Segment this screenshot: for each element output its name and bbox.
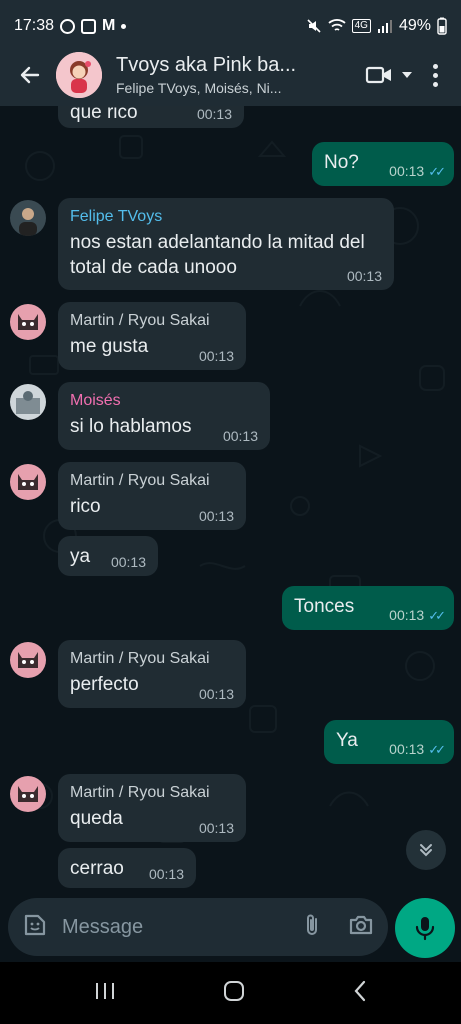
avatar[interactable]	[10, 304, 46, 340]
whatsapp-notification-icon	[60, 18, 76, 34]
battery-level: 49%	[398, 17, 431, 34]
recent-apps-icon	[95, 982, 114, 999]
message-input[interactable]: Message	[62, 916, 143, 939]
network-type: 4G	[351, 19, 371, 33]
message-bubble[interactable]: No? 00:13 ✓✓	[312, 142, 454, 186]
message-bubble[interactable]: Martin / Ryou Sakai perfecto 00:13	[58, 640, 246, 708]
message-bubble[interactable]: Martin / Ryou Sakai me gusta 00:13	[58, 302, 246, 370]
message-time: 00:13	[198, 348, 234, 364]
message-time: 00:13	[198, 820, 234, 836]
back-button[interactable]	[10, 55, 50, 95]
microphone-icon	[415, 917, 435, 941]
message-bubble[interactable]: Tonces 00:13 ✓✓	[282, 586, 454, 630]
gallery-notification-icon	[81, 18, 97, 34]
signal-icon	[377, 20, 392, 33]
message-text: ya	[70, 546, 91, 567]
message-bubble[interactable]: Martin / Ryou Sakai rico 00:13	[58, 462, 246, 530]
chevron-down-icon	[402, 72, 412, 78]
chat-title-area[interactable]: Tvoys aka Pink ba... Felipe TVoys, Moisé…	[116, 54, 306, 96]
avatar[interactable]	[10, 384, 46, 420]
group-avatar[interactable]	[56, 52, 102, 98]
message-time: 00:13 ✓✓	[389, 163, 446, 179]
wifi-icon	[328, 19, 346, 31]
message-time: 00:13	[110, 554, 146, 570]
chat-header: Tvoys aka Pink ba... Felipe TVoys, Moisé…	[0, 44, 461, 106]
chat-participants: Felipe TVoys, Moisés, Ni...	[116, 80, 282, 96]
sticker-button[interactable]	[22, 912, 48, 943]
sticker-icon	[24, 914, 46, 935]
message-text: nos estan adelantando la mitad del total…	[70, 232, 365, 278]
message-time: 00:13	[198, 686, 234, 702]
recent-apps-button[interactable]	[94, 981, 116, 1006]
message-bubble[interactable]: Moisés si lo hablamos 00:13	[58, 382, 270, 450]
voice-message-button[interactable]	[395, 898, 455, 958]
home-icon	[223, 980, 244, 1001]
message-time: 00:13	[198, 508, 234, 524]
camera-icon	[349, 915, 373, 934]
mute-icon	[307, 19, 321, 33]
sender-name: Martin / Ryou Sakai	[70, 312, 210, 329]
sender-name: Martin / Ryou Sakai	[70, 650, 210, 667]
message-text: Tonces	[294, 596, 355, 617]
message-time: 00:13	[196, 106, 232, 122]
message-time: 00:13	[222, 428, 258, 444]
message-bubble[interactable]: ya 00:13	[58, 536, 158, 576]
arrow-left-icon	[20, 66, 40, 84]
chat-messages[interactable]: que rico 00:13 No? 00:13 ✓✓ Felipe TVoys …	[0, 106, 461, 896]
message-time: 00:13	[346, 268, 382, 284]
message-bubble[interactable]: Martin / Ryou Sakai queda 00:13	[58, 774, 246, 842]
double-check-read-icon: ✓✓	[428, 608, 446, 623]
attach-button[interactable]	[302, 912, 322, 943]
status-time: 17:38	[14, 17, 55, 34]
message-time: 00:13	[148, 866, 184, 882]
home-button[interactable]	[223, 980, 245, 1007]
message-bubble[interactable]: Ya 00:13 ✓✓	[324, 720, 454, 764]
video-camera-icon	[365, 66, 391, 84]
video-call-button[interactable]	[365, 65, 413, 85]
sender-name: Martin / Ryou Sakai	[70, 472, 210, 489]
chevron-left-icon	[354, 980, 365, 1001]
message-time: 00:13 ✓✓	[389, 741, 446, 757]
paperclip-icon	[307, 914, 317, 935]
message-bubble[interactable]: cerrao 00:13	[58, 848, 196, 888]
sender-name: Martin / Ryou Sakai	[70, 784, 210, 801]
sender-name: Moisés	[70, 392, 121, 409]
gmail-notification-icon: M	[102, 17, 116, 34]
more-notifications-dot-icon	[121, 23, 127, 29]
double-chevron-down-icon	[420, 844, 432, 857]
camera-button[interactable]	[348, 914, 374, 941]
avatar[interactable]	[10, 200, 46, 236]
back-nav-button[interactable]	[352, 980, 368, 1007]
message-composer[interactable]: Message	[8, 898, 388, 956]
message-text: que rico	[70, 106, 138, 123]
overflow-menu-button[interactable]	[423, 55, 447, 95]
avatar[interactable]	[10, 464, 46, 500]
avatar[interactable]	[10, 642, 46, 678]
message-time: 00:13 ✓✓	[389, 607, 446, 623]
double-check-read-icon: ✓✓	[428, 164, 446, 179]
system-navigation-bar	[0, 962, 461, 1024]
avatar[interactable]	[10, 776, 46, 812]
battery-icon	[437, 17, 447, 35]
message-text: Ya	[336, 730, 358, 751]
message-bubble[interactable]: que rico 00:13	[58, 106, 244, 128]
message-text: No?	[324, 152, 359, 173]
double-check-read-icon: ✓✓	[428, 742, 446, 757]
sender-name: Felipe TVoys	[70, 208, 163, 225]
chat-title: Tvoys aka Pink ba...	[116, 54, 297, 76]
message-bubble[interactable]: Felipe TVoys nos estan adelantando la mi…	[58, 198, 394, 290]
scroll-to-bottom-button[interactable]	[406, 830, 446, 870]
message-text: cerrao	[70, 858, 124, 879]
